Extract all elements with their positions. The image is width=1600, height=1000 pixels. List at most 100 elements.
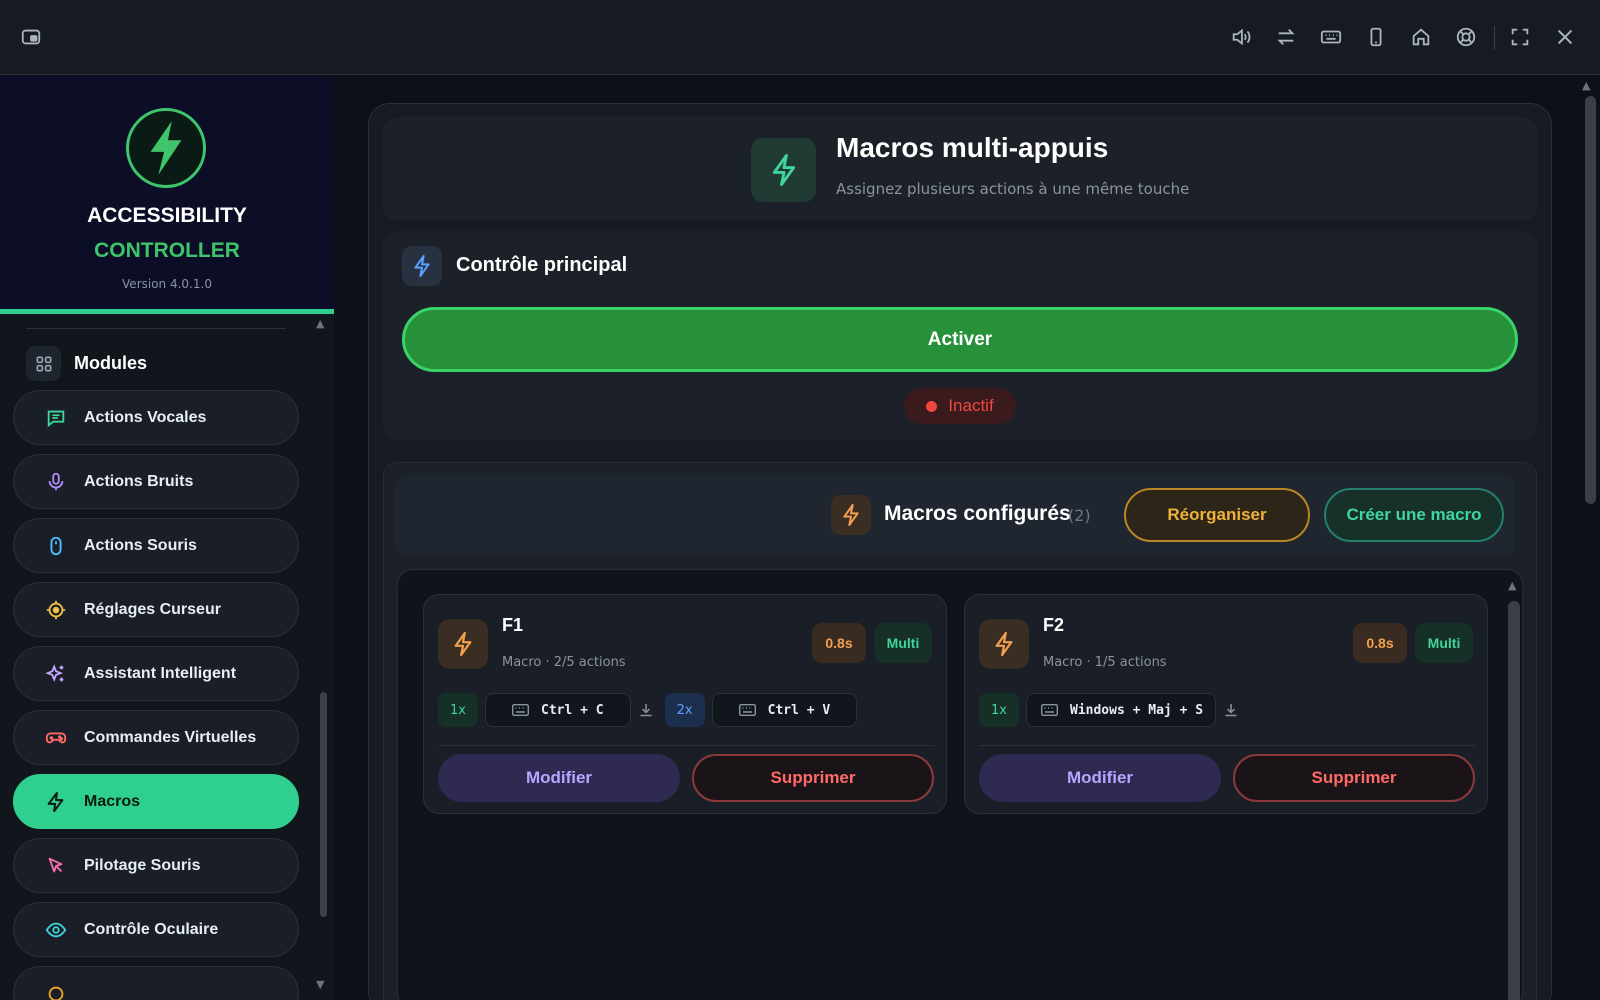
macro-card: F2 Macro · 1/5 actions 0.8s Multi 1x Win… xyxy=(964,594,1488,814)
macro-actions: 1x Windows + Maj + S xyxy=(979,693,1250,727)
titlebar-separator xyxy=(1494,26,1495,50)
sidebar-item-reglages-curseur[interactable]: Réglages Curseur xyxy=(13,582,299,637)
delete-macro-button[interactable]: Supprimer xyxy=(692,754,934,802)
sidebar-scrollbar[interactable] xyxy=(320,692,327,917)
sidebar-item-macros[interactable]: Macros xyxy=(13,774,299,829)
sparkles-icon xyxy=(44,662,68,686)
mouse-icon xyxy=(44,534,68,558)
chat-icon xyxy=(44,406,68,430)
card-divider xyxy=(979,745,1475,746)
fullscreen-icon[interactable] xyxy=(1505,22,1535,52)
target-icon xyxy=(44,598,68,622)
delay-badge: 0.8s xyxy=(1353,623,1407,663)
sidebar-item-actions-souris[interactable]: Actions Souris xyxy=(13,518,299,573)
bolt-icon xyxy=(751,138,816,202)
status-badge: Inactif xyxy=(904,388,1016,424)
brand-title-line1: ACCESSIBILITY xyxy=(87,204,247,227)
sidebar-item-assistant-intelligent[interactable]: Assistant Intelligent xyxy=(13,646,299,701)
modules-header: Modules xyxy=(26,346,147,381)
modules-title: Modules xyxy=(74,353,148,373)
home-icon[interactable] xyxy=(1406,22,1436,52)
press-count-badge: 1x xyxy=(438,693,478,727)
page-subtitle: Assignez plusieurs actions à une même to… xyxy=(836,180,1190,198)
configured-macros-title: Macros configurés xyxy=(884,502,1071,525)
microphone-icon xyxy=(44,470,68,494)
macro-subtitle: Macro · 2/5 actions xyxy=(502,655,626,670)
sidebar-scroll-down-icon[interactable]: ▼ xyxy=(316,978,324,991)
create-macro-button[interactable]: Créer une macro xyxy=(1324,488,1504,542)
sidebar-item-label: Pilotage Souris xyxy=(84,856,201,874)
sidebar-item-partial[interactable] xyxy=(13,966,299,1000)
main-control-title: Contrôle principal xyxy=(456,254,628,276)
status-text: Inactif xyxy=(948,396,994,415)
edit-macro-button[interactable]: Modifier xyxy=(979,754,1221,802)
keyboard-icon xyxy=(512,704,529,716)
macro-key: F2 xyxy=(1043,615,1065,635)
sidebar-item-label: Assistant Intelligent xyxy=(84,664,237,682)
sidebar-item-controle-oculaire[interactable]: Contrôle Oculaire xyxy=(13,902,299,957)
download-icon xyxy=(1225,704,1237,717)
mode-badge: Multi xyxy=(1415,623,1473,663)
key-combo-chip: Ctrl + V xyxy=(711,693,858,727)
sidebar-item-label: Actions Souris xyxy=(84,536,197,554)
sidebar-item-actions-vocales[interactable]: Actions Vocales xyxy=(13,390,299,445)
sidebar-scroll-up-icon[interactable]: ▲ xyxy=(316,317,324,330)
main-scroll-up-icon[interactable]: ▲ xyxy=(1582,79,1590,92)
sidebar-item-label: Réglages Curseur xyxy=(84,600,221,618)
macro-card: F1 Macro · 2/5 actions 0.8s Multi 1x Ctr… xyxy=(423,594,947,814)
bolt-icon xyxy=(438,619,488,669)
sidebar-item-label: Contrôle Oculaire xyxy=(84,920,219,938)
sidebar: ACCESSIBILITY CONTROLLER Version 4.0.1.0… xyxy=(0,76,334,1000)
key-combo-text: Ctrl + C xyxy=(541,702,604,718)
main-scrollbar[interactable] xyxy=(1585,96,1596,504)
eye-icon xyxy=(44,918,68,942)
bolt-icon xyxy=(402,246,442,286)
phone-icon[interactable] xyxy=(1361,22,1391,52)
sidebar-item-commandes-virtuelles[interactable]: Commandes Virtuelles xyxy=(13,710,299,765)
page-title: Macros multi-appuis xyxy=(836,132,1109,163)
list-scroll-up-icon[interactable]: ▲ xyxy=(1508,579,1516,592)
status-dot xyxy=(926,400,938,412)
bolt-logo-icon xyxy=(126,108,206,188)
sidebar-item-label: Actions Bruits xyxy=(84,472,194,490)
sidebar-item-actions-bruits[interactable]: Actions Bruits xyxy=(13,454,299,509)
activate-button[interactable]: Activer xyxy=(402,307,1518,372)
sidebar-divider xyxy=(26,328,286,329)
sidebar-item-label: Macros xyxy=(84,792,141,810)
mode-badge: Multi xyxy=(874,623,932,663)
brand-header: ACCESSIBILITY CONTROLLER Version 4.0.1.0 xyxy=(0,76,334,314)
volume-icon[interactable] xyxy=(1226,22,1256,52)
delete-macro-button[interactable]: Supprimer xyxy=(1233,754,1475,802)
close-icon[interactable] xyxy=(1550,22,1580,52)
bolt-icon xyxy=(979,619,1029,669)
key-combo-text: Windows + Maj + S xyxy=(1070,702,1204,718)
key-combo-chip: Ctrl + C xyxy=(485,693,631,727)
key-combo-chip: Windows + Maj + S xyxy=(1026,693,1217,727)
sidebar-item-pilotage-souris[interactable]: Pilotage Souris xyxy=(13,838,299,893)
card-divider xyxy=(438,745,934,746)
brand-title-line2: CONTROLLER xyxy=(94,239,240,262)
press-count-badge: 1x xyxy=(979,693,1019,727)
press-count-badge: 2x xyxy=(664,693,705,727)
macro-subtitle: Macro · 1/5 actions xyxy=(1043,655,1167,670)
bolt-icon xyxy=(44,790,68,814)
delay-badge: 0.8s xyxy=(812,623,866,663)
lifebuoy-icon[interactable] xyxy=(1451,22,1481,52)
keyboard-icon[interactable] xyxy=(1316,22,1346,52)
reorganize-button[interactable]: Réorganiser xyxy=(1124,488,1310,542)
download-icon xyxy=(640,704,652,717)
keyboard-icon xyxy=(1041,704,1058,716)
gamepad-icon xyxy=(44,726,68,750)
sidebar-item-label: Actions Vocales xyxy=(84,408,207,426)
swap-icon[interactable] xyxy=(1271,22,1301,52)
list-scrollbar[interactable] xyxy=(1508,601,1520,1000)
edit-macro-button[interactable]: Modifier xyxy=(438,754,680,802)
key-combo-text: Ctrl + V xyxy=(767,702,831,718)
bolt-icon xyxy=(831,495,871,535)
picture-in-picture-icon[interactable] xyxy=(16,22,46,52)
macro-key: F1 xyxy=(502,615,524,635)
grid-icon xyxy=(26,346,61,381)
macro-actions: 1x Ctrl + C 2x Ctrl + V xyxy=(438,693,865,727)
title-bar xyxy=(0,0,1600,75)
sidebar-item-label: Commandes Virtuelles xyxy=(84,728,257,746)
